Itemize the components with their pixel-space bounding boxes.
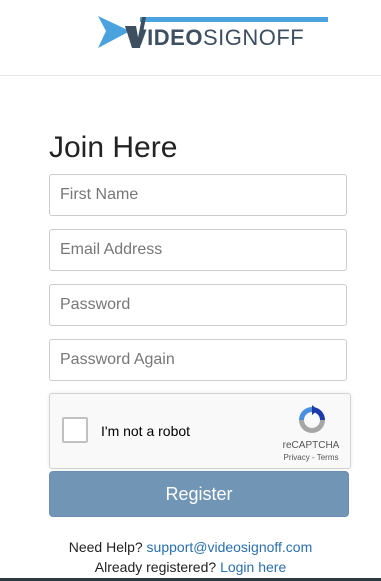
page-title: Join Here bbox=[49, 131, 178, 164]
recaptcha-checkbox[interactable] bbox=[62, 417, 88, 443]
recaptcha-privacy-terms[interactable]: Privacy - Terms bbox=[276, 453, 346, 462]
logo-text: VIDEOSIGNOFF bbox=[132, 26, 304, 50]
support-email-link[interactable]: support@videosignoff.com bbox=[147, 539, 313, 555]
logo-text-bold: VIDEO bbox=[132, 25, 203, 50]
recaptcha-icon bbox=[299, 405, 325, 433]
register-button[interactable]: Register bbox=[49, 471, 349, 517]
videosignoff-logo[interactable]: VIDEOSIGNOFF bbox=[98, 14, 330, 54]
recaptcha-label: I'm not a robot bbox=[101, 423, 191, 439]
password-again-field[interactable] bbox=[49, 339, 347, 381]
header: VIDEOSIGNOFF bbox=[0, 0, 381, 76]
login-prefix: Already registered? bbox=[94, 559, 217, 575]
first-name-field[interactable] bbox=[49, 174, 347, 216]
recaptcha-brand: reCAPTCHA bbox=[282, 440, 340, 451]
email-field[interactable] bbox=[49, 229, 347, 271]
recaptcha-widget: I'm not a robot reCAPTCHA Privacy - Term… bbox=[49, 393, 351, 469]
help-prefix: Need Help? bbox=[68, 539, 143, 555]
password-field[interactable] bbox=[49, 284, 347, 326]
help-line: Need Help? support@videosignoff.com bbox=[0, 539, 381, 555]
login-link[interactable]: Login here bbox=[220, 559, 286, 575]
login-line: Already registered? Login here bbox=[0, 559, 381, 575]
logo-text-normal: SIGNOFF bbox=[202, 25, 305, 50]
